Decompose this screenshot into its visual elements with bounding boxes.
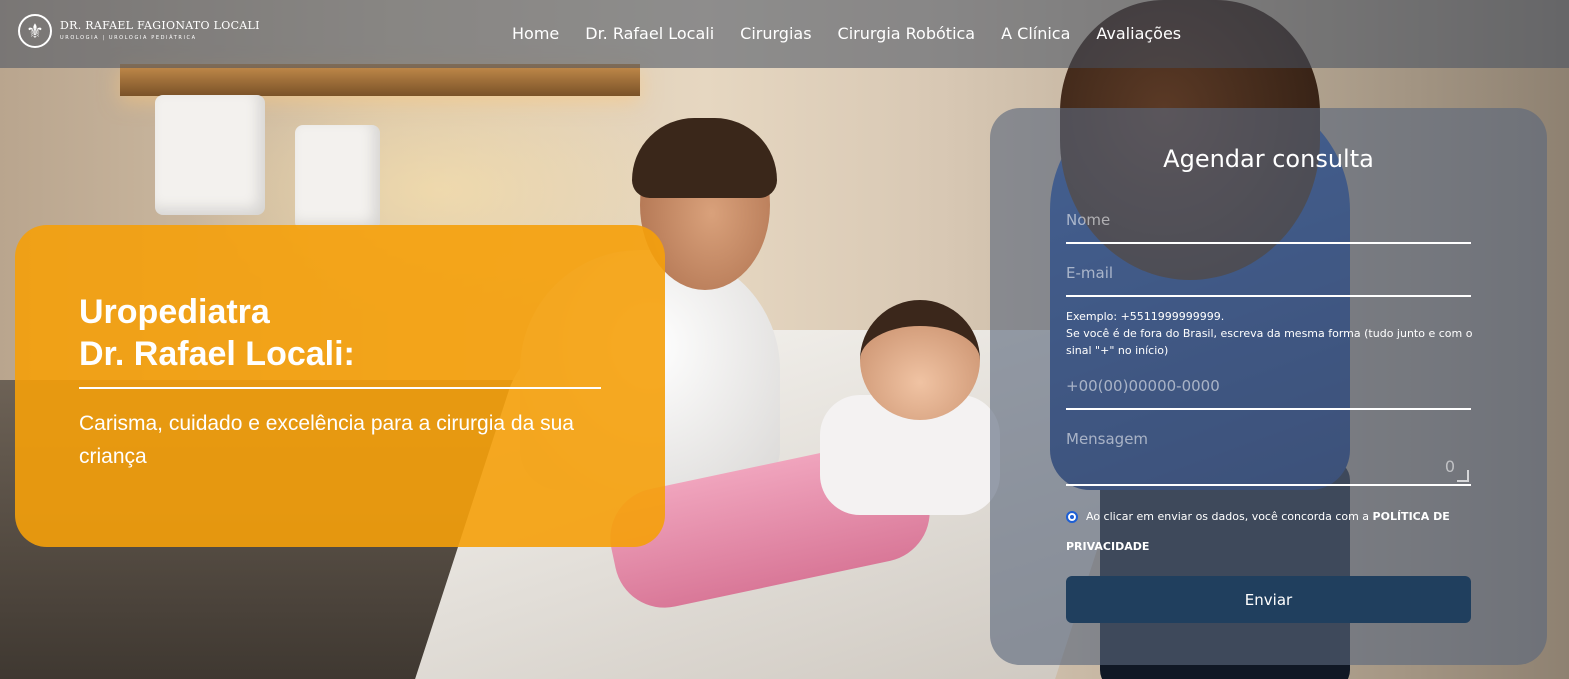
nav-item-cirurgias[interactable]: Cirurgias: [740, 22, 811, 46]
appointment-form: Agendar consulta Exemplo: +5511999999999…: [990, 108, 1547, 665]
wall-dispenser: [155, 95, 265, 215]
form-title: Agendar consulta: [1163, 145, 1374, 173]
phone-field: [1066, 376, 1471, 410]
email-input[interactable]: [1066, 264, 1471, 282]
resize-handle-icon[interactable]: [1457, 470, 1469, 482]
hero-divider: [79, 387, 601, 389]
nav-item-avaliacoes[interactable]: Avaliações: [1096, 22, 1181, 46]
phone-hint-instructions: Se você é de fora do Brasil, escreva da …: [1066, 327, 1473, 357]
consent-text: Ao clicar em enviar os dados, você conco…: [1086, 510, 1373, 523]
hero-title-line-1: Uropediatra: [79, 293, 270, 331]
nav-item-a-clinica[interactable]: A Clínica: [1001, 22, 1070, 46]
top-navigation-bar: ⚜ DR. RAFAEL FAGIONATO LOCALI UROLOGIA |…: [0, 0, 1569, 68]
phone-hint: Exemplo: +5511999999999. Se você é de fo…: [1066, 308, 1476, 359]
consent-radio[interactable]: [1066, 511, 1078, 523]
logo-text: DR. RAFAEL FAGIONATO LOCALI UROLOGIA | U…: [60, 20, 260, 42]
site-logo[interactable]: ⚜ DR. RAFAEL FAGIONATO LOCALI UROLOGIA |…: [18, 14, 260, 48]
fleur-de-lis-icon: ⚜: [18, 14, 52, 48]
logo-tagline: UROLOGIA | UROLOGIA PEDIÁTRICA: [60, 35, 197, 41]
message-textarea[interactable]: [1066, 430, 1471, 480]
email-field: [1066, 263, 1471, 297]
phone-input[interactable]: [1066, 377, 1471, 395]
privacy-consent: Ao clicar em enviar os dados, você conco…: [1066, 502, 1486, 562]
hero-subtitle: Carisma, cuidado e excelência para a cir…: [79, 412, 574, 468]
wall-shelf: [120, 64, 640, 96]
message-field: 0: [1066, 430, 1471, 486]
wall-dispenser: [295, 125, 380, 230]
name-field: [1066, 210, 1471, 244]
hero-title: Uropediatra Dr. Rafael Locali:: [79, 291, 355, 375]
main-nav: Home Dr. Rafael Locali Cirurgias Cirurgi…: [512, 22, 1181, 46]
nav-item-dr-rafael-locali[interactable]: Dr. Rafael Locali: [585, 22, 714, 46]
nav-item-cirurgia-robotica[interactable]: Cirurgia Robótica: [838, 22, 976, 46]
message-char-counter: 0: [1444, 457, 1455, 476]
name-input[interactable]: [1066, 211, 1471, 229]
logo-name: DR. RAFAEL FAGIONATO LOCALI: [60, 19, 260, 32]
submit-button[interactable]: Enviar: [1066, 576, 1471, 623]
hero-card: Uropediatra Dr. Rafael Locali: Carisma, …: [15, 225, 665, 547]
child-head: [860, 300, 980, 420]
phone-hint-example: Exemplo: +5511999999999.: [1066, 310, 1225, 323]
nav-item-home[interactable]: Home: [512, 22, 559, 46]
hero-title-line-2: Dr. Rafael Locali:: [79, 335, 355, 373]
